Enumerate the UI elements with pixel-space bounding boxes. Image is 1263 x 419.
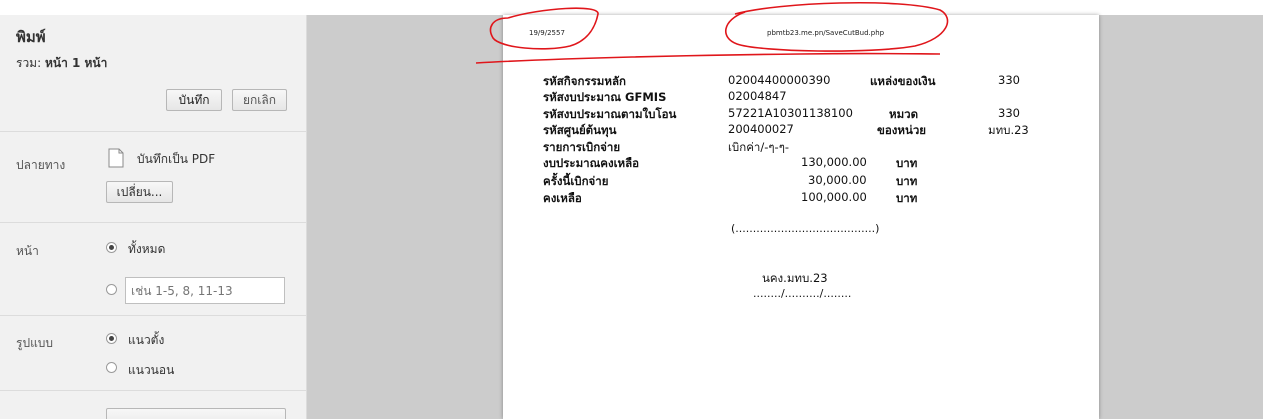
unit-label: ของหน่วย — [877, 123, 927, 137]
this-payment-value: 30,000.00 — [808, 173, 867, 187]
signature-line: (.......................................… — [731, 222, 880, 235]
gfmis-label: รหัสงบประมาณ GFMIS — [543, 90, 667, 104]
balance-label: คงเหลือ — [543, 191, 582, 205]
layout-portrait-radio[interactable] — [106, 333, 117, 344]
layout-section: รูปแบบ แนวตั้ง แนวนอน — [0, 316, 306, 391]
layout-landscape-radio[interactable] — [106, 362, 117, 373]
source-value: 330 — [998, 73, 1020, 87]
page-total: รวม: หน้า 1 หน้า — [16, 54, 107, 73]
costcenter-value: 200400027 — [728, 122, 794, 136]
preview-page: 19/9/2557 pbmtb23.me.pn/SaveCutBud.php ร… — [503, 15, 1099, 419]
date-line: ......../........../........ — [753, 287, 852, 300]
source-label: แหล่งของเงิน — [870, 74, 936, 88]
remaining-budget-unit: บาท — [896, 156, 918, 170]
remaining-budget-value: 130,000.00 — [801, 155, 867, 169]
pages-section: หน้า ทั้งหมด — [0, 223, 306, 316]
activity-value: 02004400000390 — [728, 73, 831, 87]
destination-label: ปลายทาง — [16, 158, 66, 172]
pdf-file-icon — [108, 148, 124, 168]
layout-label: รูปแบบ — [16, 336, 54, 350]
layout-portrait-label: แนวตั้ง — [128, 333, 165, 347]
print-preview-area[interactable]: 19/9/2557 pbmtb23.me.pn/SaveCutBud.php ร… — [307, 15, 1263, 419]
this-payment-label: ครั้งนี้เบิกจ่าย — [543, 174, 609, 188]
layout-landscape-label: แนวนอน — [128, 363, 175, 377]
signer-title: นคง.มทบ.23 — [762, 271, 828, 285]
print-title: พิมพ์ — [16, 28, 46, 46]
page-total-label: รวม: — [16, 56, 42, 70]
balance-unit: บาท — [896, 191, 918, 205]
remaining-budget-label: งบประมาณคงเหลือ — [543, 156, 640, 170]
page-header-date: 19/9/2557 — [529, 29, 565, 37]
print-header: พิมพ์ รวม: หน้า 1 หน้า บันทึก ยกเลิก — [0, 15, 306, 132]
category-value: 330 — [998, 106, 1020, 120]
page-total-value: หน้า 1 หน้า — [44, 56, 108, 70]
pages-range-input[interactable] — [125, 277, 285, 304]
gfmis-value: 02004847 — [728, 89, 787, 103]
destination-section: ปลายทาง บันทึกเป็น PDF เปลี่ยน... — [0, 132, 306, 223]
unit-value: มทบ.23 — [988, 123, 1029, 137]
page-header-url: pbmtb23.me.pn/SaveCutBud.php — [767, 29, 885, 37]
transfer-value: 57221A10301138100 — [728, 106, 853, 120]
destination-name: บันทึกเป็น PDF — [137, 152, 216, 166]
print-settings-sidebar: พิมพ์ รวม: หน้า 1 หน้า บันทึก ยกเลิก ปลา… — [0, 15, 307, 419]
cancel-button[interactable]: ยกเลิก — [232, 89, 287, 111]
this-payment-unit: บาท — [896, 174, 918, 188]
pages-all-radio[interactable] — [106, 242, 117, 253]
more-settings-section — [0, 391, 306, 419]
pages-range-radio[interactable] — [106, 284, 117, 295]
more-settings-button[interactable] — [106, 408, 286, 419]
balance-value: 100,000.00 — [801, 190, 867, 204]
expense-value: เบิกค่า/-ๆ-ๆ- — [728, 140, 790, 154]
save-button[interactable]: บันทึก — [166, 89, 222, 111]
costcenter-label: รหัสศูนย์ต้นทุน — [543, 123, 617, 137]
pages-label: หน้า — [16, 244, 39, 258]
pages-all-label: ทั้งหมด — [128, 242, 166, 256]
change-destination-button[interactable]: เปลี่ยน... — [106, 181, 173, 203]
